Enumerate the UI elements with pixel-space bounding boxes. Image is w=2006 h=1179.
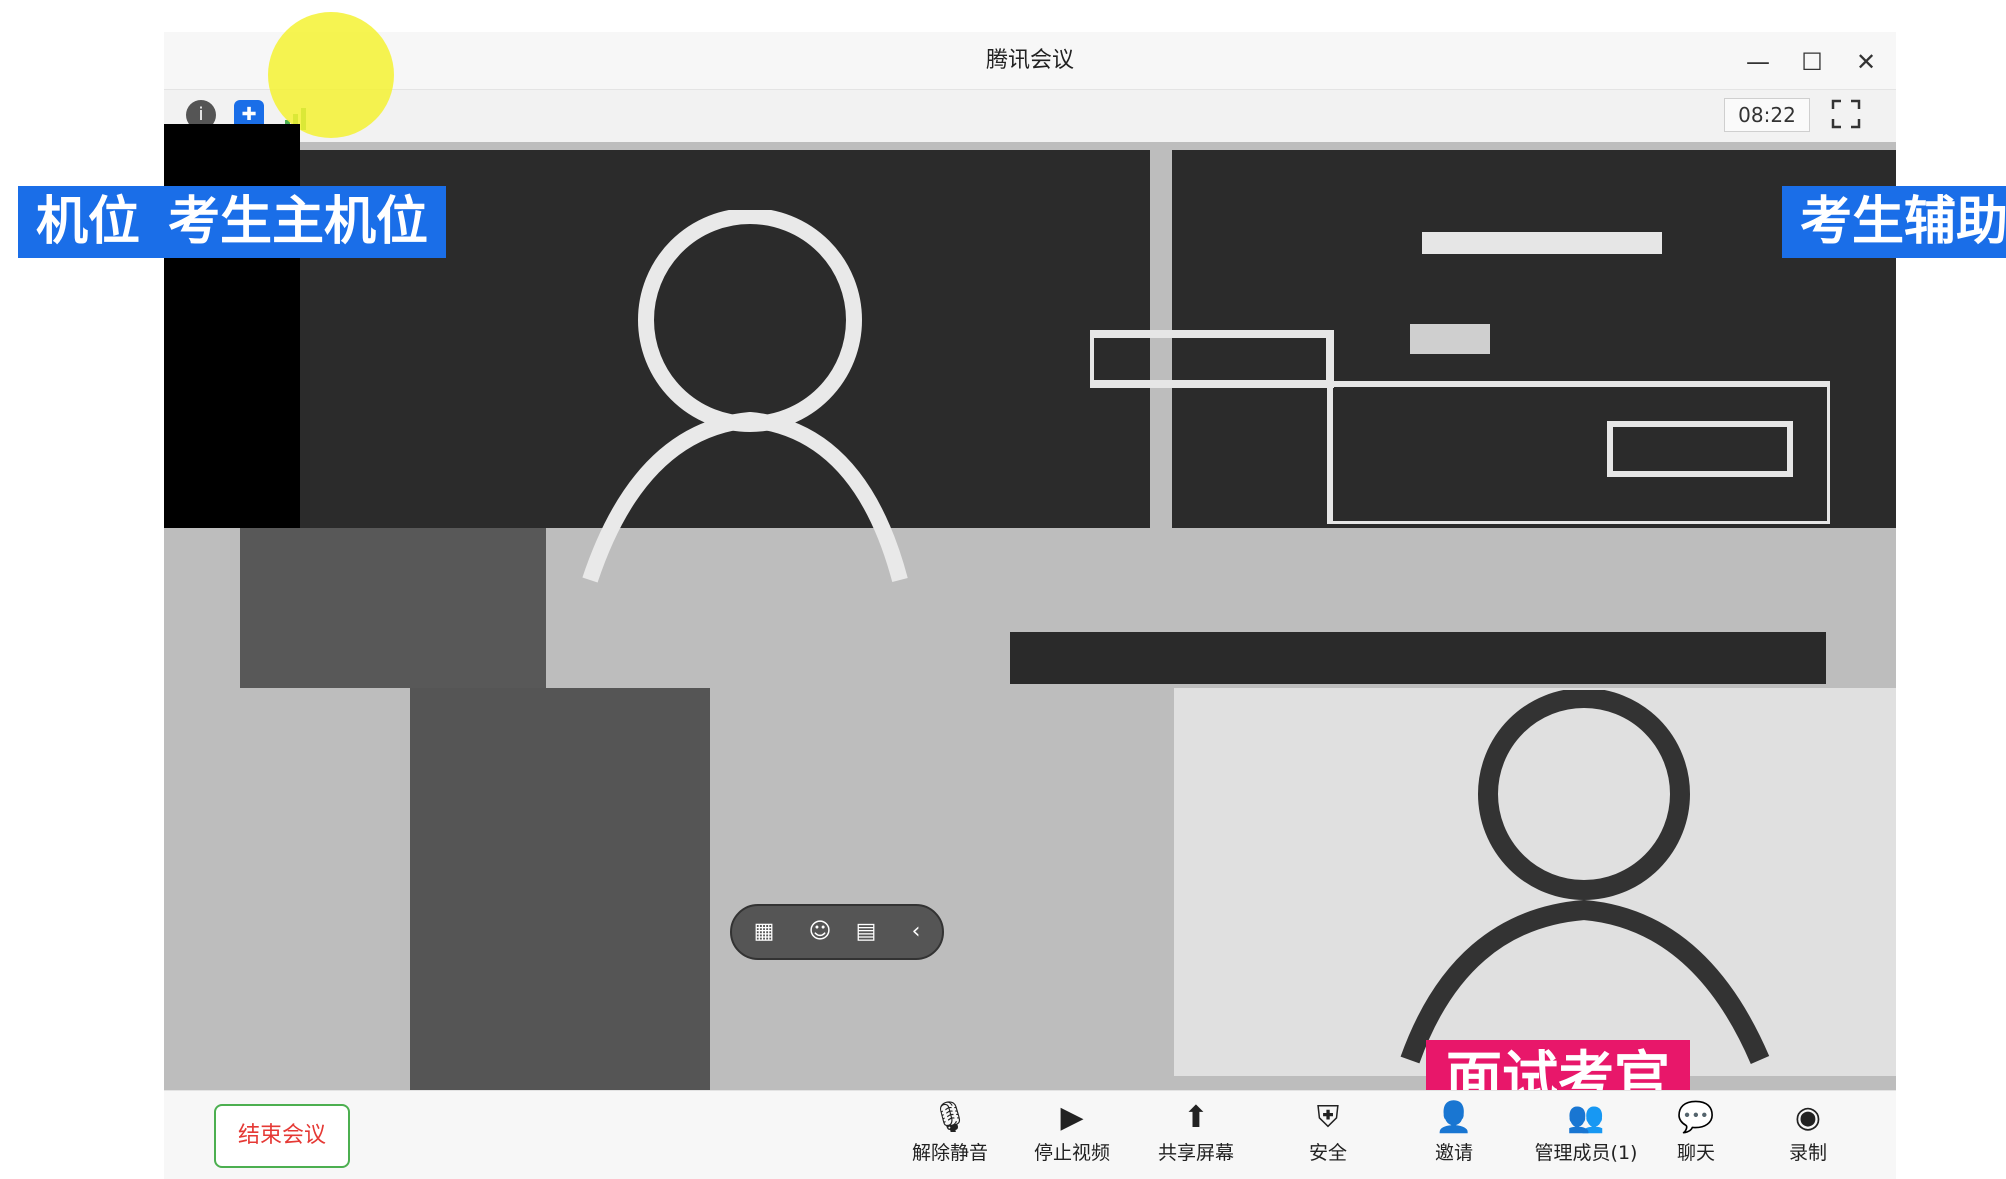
record-button[interactable]: ◉ 录制 xyxy=(1760,1096,1856,1176)
examiner-bar xyxy=(1010,632,1826,684)
collapse-icon[interactable]: ‹ xyxy=(900,916,932,948)
chat-icon: 💬 xyxy=(1677,1100,1715,1135)
manage-members-button[interactable]: 👥 管理成员(1) xyxy=(1524,1096,1648,1176)
label-aux-camera: 考生辅助 xyxy=(1782,186,2006,258)
fullscreen-icon[interactable] xyxy=(1830,98,1862,130)
chat-bubble-icon[interactable]: ▤ xyxy=(850,916,882,948)
participant-avatar-main xyxy=(582,210,908,583)
floating-control-bar: ▦ ☺ ▤ ‹ xyxy=(730,904,944,960)
security-icon: ⛨ xyxy=(1316,1100,1340,1135)
cursor-highlight xyxy=(268,12,394,138)
minimize-button[interactable]: — xyxy=(1738,42,1778,82)
camera-icon: ▶ xyxy=(1060,1100,1084,1135)
emoji-icon[interactable]: ☺ xyxy=(804,916,836,948)
chat-button[interactable]: 💬 聊天 xyxy=(1648,1096,1744,1176)
close-button[interactable]: ✕ xyxy=(1846,42,1886,82)
black-block xyxy=(164,124,300,528)
title-bar: 腾讯会议 — ☐ ✕ xyxy=(164,32,1896,90)
stop-video-button[interactable]: ▶ 停止视频 xyxy=(1024,1096,1120,1176)
invite-icon: 👤 xyxy=(1435,1100,1473,1135)
meeting-clock: 08:22 xyxy=(1724,98,1810,132)
examiner-avatar xyxy=(1400,690,1770,1064)
window-title: 腾讯会议 xyxy=(985,48,1074,73)
label-left-cut: 机位 xyxy=(18,186,159,258)
unmute-button[interactable]: 🎙 解除静音 xyxy=(902,1096,998,1176)
record-icon: ◉ xyxy=(1794,1100,1822,1135)
maximize-button[interactable]: ☐ xyxy=(1792,42,1832,82)
dark-block-1 xyxy=(240,528,546,688)
members-icon: 👥 xyxy=(1567,1100,1605,1135)
share-screen-icon: ⬆ xyxy=(1183,1100,1209,1135)
aux-scene xyxy=(1090,232,1830,524)
layout-icon[interactable]: ▦ xyxy=(748,916,780,948)
share-screen-button[interactable]: ⬆ 共享屏幕 xyxy=(1148,1096,1244,1176)
microphone-off-icon: 🎙 xyxy=(930,1100,970,1135)
security-button[interactable]: ⛨ 安全 xyxy=(1280,1096,1376,1176)
label-main-camera: 考生主机位 xyxy=(150,186,447,258)
end-meeting-button[interactable]: 结束会议 xyxy=(214,1104,350,1168)
meeting-info-bar xyxy=(164,90,1896,142)
invite-button[interactable]: 👤 邀请 xyxy=(1406,1096,1502,1176)
